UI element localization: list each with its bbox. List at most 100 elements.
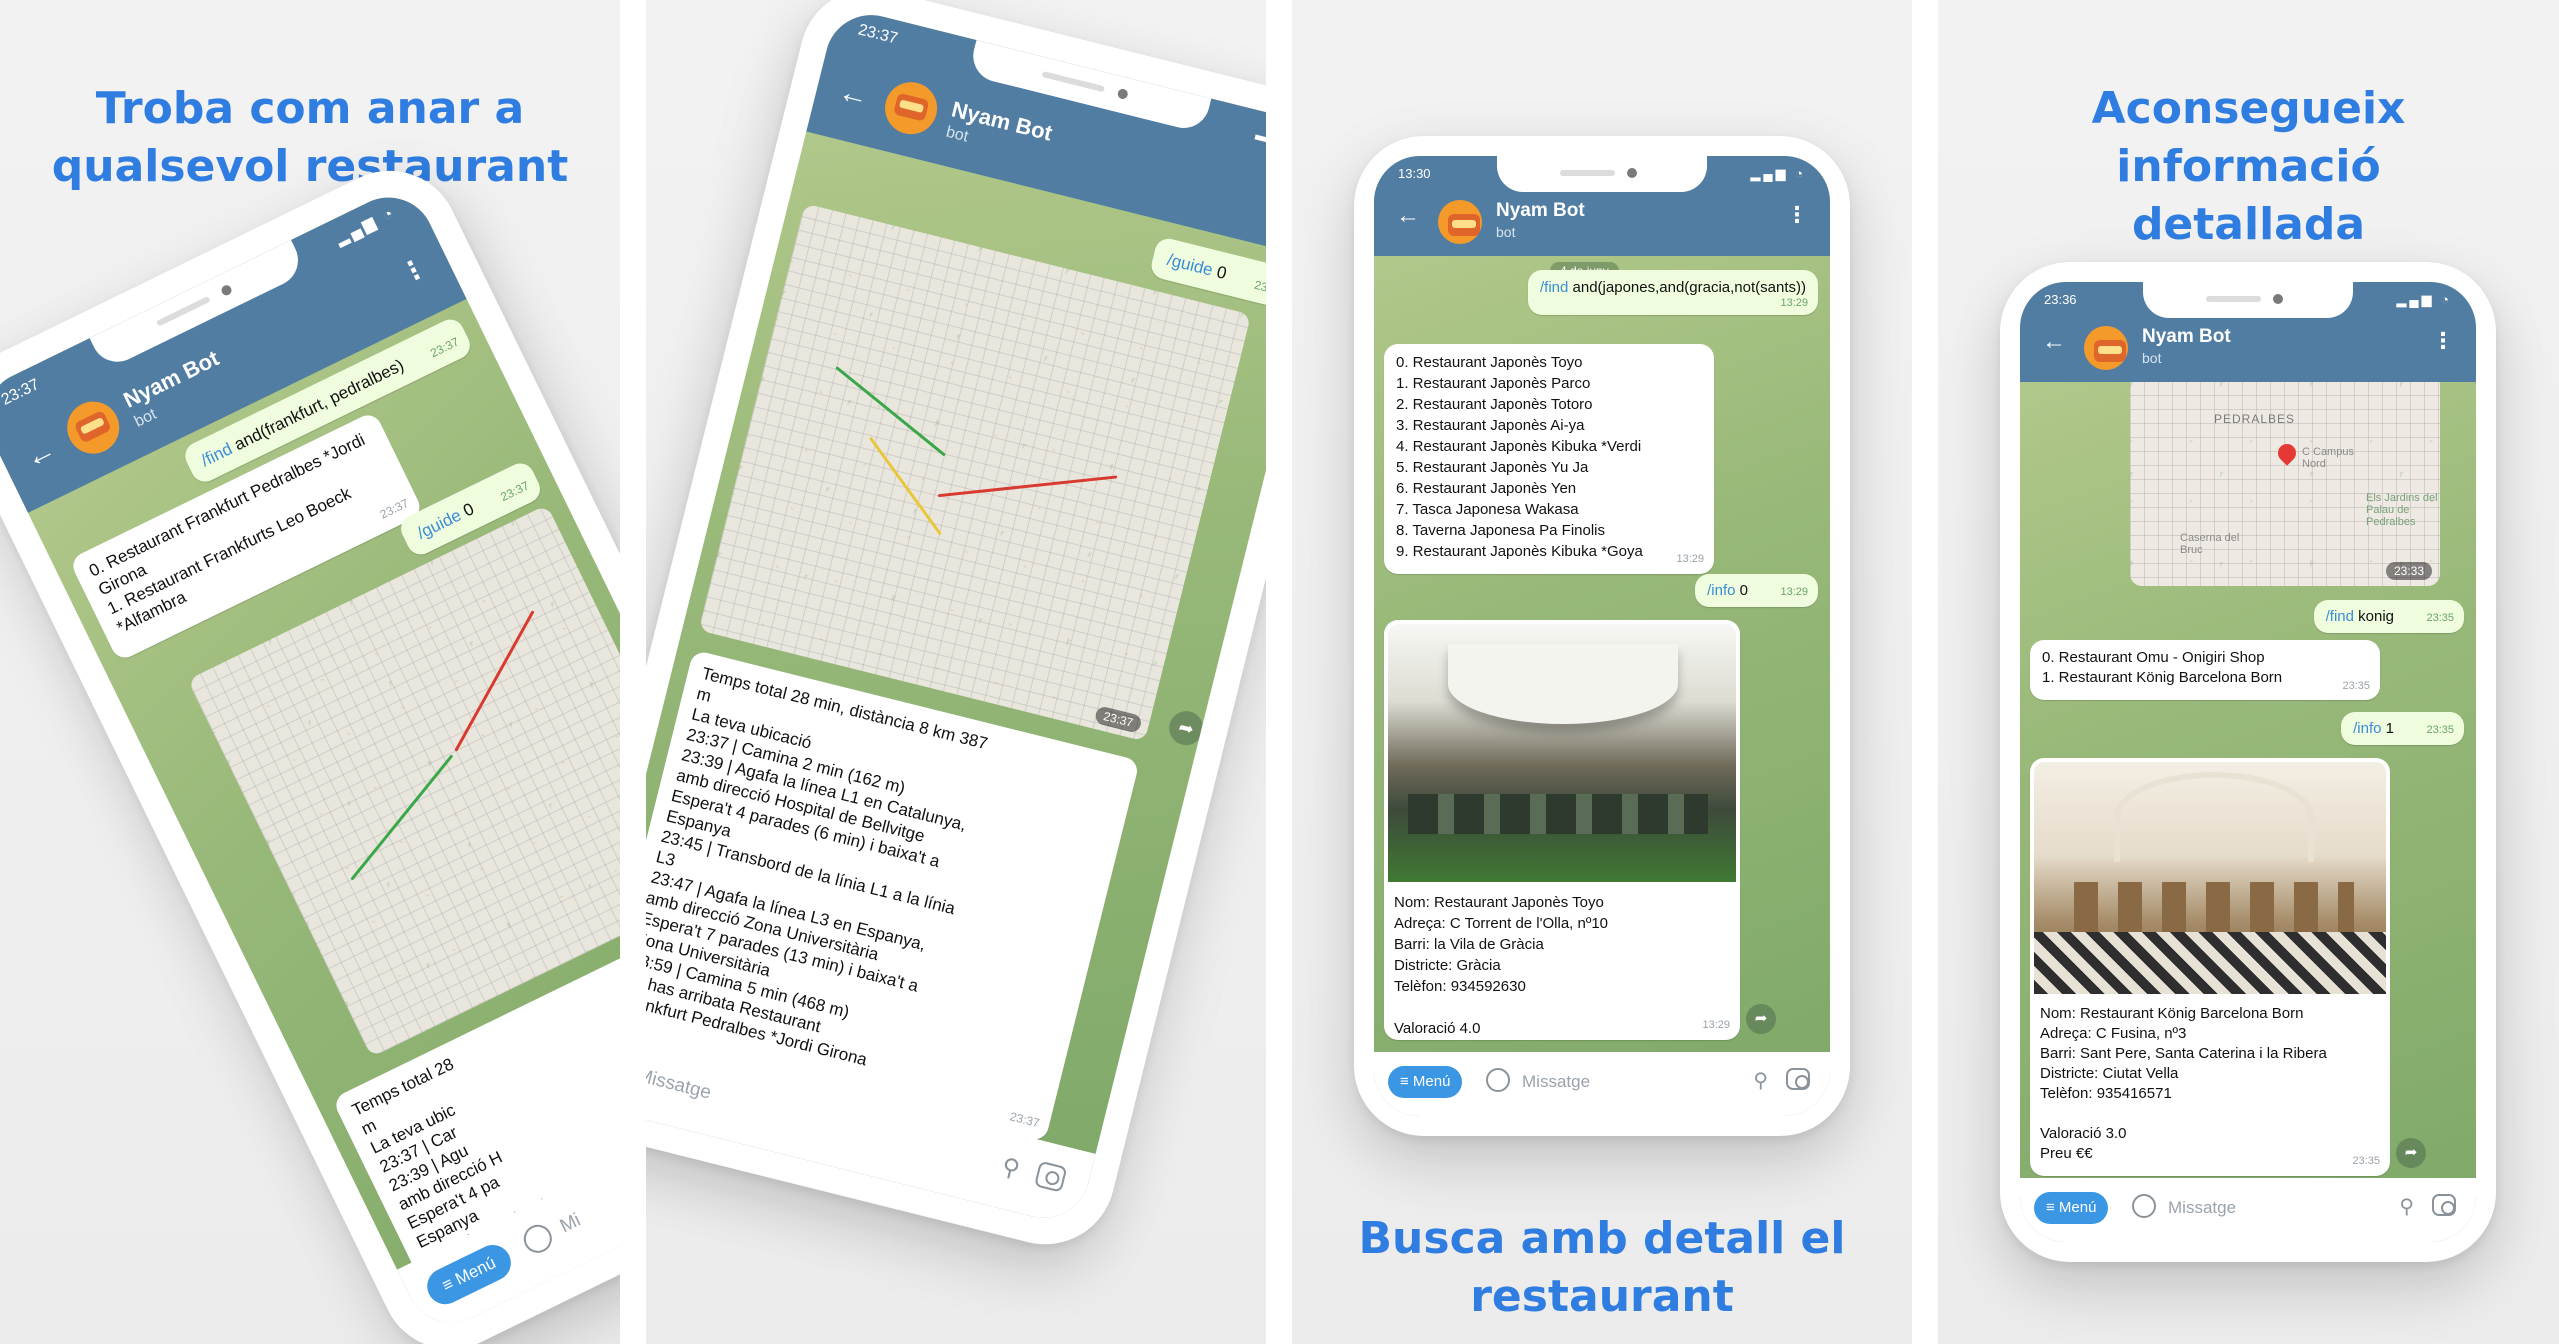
detail-line: Barri: la Vila de Gràcia	[1394, 936, 1544, 953]
menu-button-label: Menú	[1412, 1073, 1451, 1090]
restaurant-card[interactable]: Nom: Restaurant König Barcelona Born Adre…	[2030, 758, 2390, 1176]
menu-button[interactable]: ≡ Menú	[2034, 1192, 2109, 1224]
message-time: 23:37	[1093, 705, 1143, 734]
attach-icon[interactable]: ⚲	[999, 1152, 1023, 1184]
canopy	[1448, 644, 1678, 724]
bot-avatar[interactable]	[58, 392, 128, 463]
more-menu-icon[interactable]: ⋮	[2432, 328, 2454, 354]
emoji-icon[interactable]	[2132, 1194, 2156, 1218]
status-time: 23:37	[856, 21, 900, 48]
menu-button[interactable]: ≡ Menú	[1388, 1066, 1463, 1098]
panel4-headline: Aconsegueix informació detallada	[1938, 80, 2559, 254]
map-label: C Campus Nord	[2302, 446, 2354, 470]
back-arrow-icon[interactable]: ←	[2042, 328, 2066, 356]
message-text: 0	[1214, 262, 1229, 284]
back-arrow-icon[interactable]: ←	[20, 433, 62, 477]
message-input[interactable]: Missatge	[2168, 1198, 2236, 1218]
camera-icon[interactable]	[1786, 1068, 1810, 1090]
message-time: 13:29	[1676, 553, 1704, 565]
restaurant-details: Nom: Restaurant Japonès Toyo Adreça: C To…	[1394, 892, 1608, 1039]
result-item: 5. Restaurant Japonès Yu Ja	[1396, 459, 1589, 476]
status-icons: ▂▄▆ ◔	[2396, 292, 2452, 307]
result-item: 6. Restaurant Japonès Yen	[1396, 480, 1577, 497]
route-line-yellow	[868, 436, 942, 536]
route-line-green	[835, 366, 946, 457]
restaurant-photo[interactable]	[2034, 762, 2386, 994]
message-time: 23:35	[2426, 612, 2454, 624]
attach-icon[interactable]: ⚲	[2399, 1194, 2414, 1219]
phone-screen: 23:37 ▂▄▆ ◔ ← Nyam Bot bot ⋮ /find and(f…	[0, 182, 620, 1338]
menu-button[interactable]: ≡ Menú	[421, 1238, 518, 1311]
camera-icon[interactable]	[1033, 1160, 1068, 1193]
detail-line: Adreça: C Torrent de l'Olla, nº10	[1394, 915, 1609, 932]
headline-line: Aconsegueix	[2091, 83, 2406, 134]
detail-line	[2040, 1104, 2327, 1124]
route-lines: Temps total 28 min, distància 8 km 387 m L…	[646, 663, 1124, 1114]
back-arrow-icon[interactable]: ←	[1396, 202, 1420, 230]
headline-line: qualsevol restaurant	[51, 141, 569, 192]
menu-button-label: Menú	[2058, 1199, 2097, 1216]
phone-notch	[2143, 282, 2353, 318]
panel-route-detail: 23:37 ▂▄▆ ◔ ← Nyam Bot bot ⋮ /guide 0 23…	[646, 0, 1266, 1344]
command-link[interactable]: /find	[2326, 608, 2354, 625]
share-icon[interactable]: ➦	[1746, 1004, 1776, 1034]
bot-avatar[interactable]	[879, 76, 943, 140]
message-out[interactable]: /find konig 23:35	[2313, 600, 2464, 633]
message-out[interactable]: /find and(japones,and(gracia,not(sants))…	[1528, 270, 1818, 315]
detail-line: Telèfon: 935416571	[2040, 1085, 2172, 1102]
status-icons: ▂▄▆ ◔	[1750, 166, 1806, 181]
phone-screen: 23:37 ▂▄▆ ◔ ← Nyam Bot bot ⋮ /guide 0 23…	[646, 5, 1266, 1228]
emoji-icon[interactable]	[1486, 1068, 1510, 1092]
emoji-icon[interactable]	[519, 1220, 557, 1258]
location-map-image[interactable]: PEDRALBES C Campus Nord Els Jardins del …	[2130, 382, 2440, 586]
status-time: 13:30	[1398, 166, 1431, 181]
detail-line: Valoració 4.0	[1394, 1020, 1481, 1037]
result-item: 9. Restaurant Japonès Kibuka *Goya	[1396, 543, 1643, 560]
tables	[1408, 794, 1708, 834]
chat-area: /guide 0 23:37 23:37 ➦ Temps total 28 mi…	[646, 132, 1266, 1154]
message-time: 23:37	[1252, 277, 1266, 299]
message-time: 23:37	[428, 334, 462, 361]
message-out[interactable]: /info 0 13:29	[1695, 574, 1818, 607]
phone-mockup: 23:36 ▂▄▆ ◔ ← Nyam Bot bot ⋮ PEDRALBES C…	[2000, 262, 2496, 1262]
message-in[interactable]: 0. Restaurant Omu - Onigiri Shop 1. Rest…	[2030, 640, 2380, 700]
command-link[interactable]: /find	[1540, 279, 1568, 296]
command-link[interactable]: /find	[198, 439, 235, 470]
panel-detailed-info: Aconsegueix informació detallada 23:36 ▂…	[1938, 0, 2559, 1344]
ceiling-arches	[2114, 772, 2314, 862]
route-map-image[interactable]: 23:37	[698, 203, 1252, 742]
share-icon[interactable]: ➦	[1165, 707, 1207, 749]
command-link[interactable]: /guide	[1165, 250, 1215, 280]
detail-line: Nom: Restaurant Japonès Toyo	[1394, 894, 1604, 911]
message-time: 13:29	[1780, 586, 1808, 598]
attach-icon[interactable]: ⚲	[1753, 1068, 1768, 1093]
command-link[interactable]: /info	[2353, 720, 2381, 737]
restaurant-card[interactable]: Nom: Restaurant Japonès Toyo Adreça: C To…	[1384, 620, 1740, 1040]
message-time: 13:29	[1702, 1019, 1730, 1031]
camera-icon[interactable]	[2432, 1194, 2456, 1216]
detail-line: Barri: Sant Pere, Santa Caterina i la Ri…	[2040, 1045, 2327, 1062]
restaurant-photo[interactable]	[1388, 624, 1736, 882]
detail-line: Nom: Restaurant König Barcelona Born	[2040, 1005, 2304, 1022]
message-input[interactable]: Missatge	[1522, 1072, 1590, 1092]
bot-subtitle: bot	[1496, 224, 1516, 240]
restaurant-details: Nom: Restaurant König Barcelona Born Adre…	[2040, 1004, 2327, 1164]
bot-avatar[interactable]	[1438, 200, 1482, 244]
message-out[interactable]: /info 1 23:35	[2341, 712, 2464, 745]
message-in[interactable]: 0. Restaurant Japonès Toyo 1. Restaurant …	[1384, 344, 1714, 574]
share-icon[interactable]: ➦	[2396, 1138, 2426, 1168]
back-arrow-icon[interactable]: ←	[835, 75, 872, 115]
command-link[interactable]: /guide	[414, 506, 464, 543]
message-text: konig	[2358, 608, 2394, 625]
more-menu-icon[interactable]: ⋮	[395, 251, 432, 290]
message-input[interactable]: Mi	[557, 1210, 585, 1239]
bot-avatar[interactable]	[2084, 326, 2128, 370]
route-line-green	[350, 754, 454, 881]
chat-area: PEDRALBES C Campus Nord Els Jardins del …	[2020, 382, 2476, 1178]
headline-line: informació	[2116, 141, 2381, 192]
bot-name: Nyam Bot	[2142, 326, 2231, 347]
headline-line: Troba com anar a	[95, 83, 525, 134]
command-link[interactable]: /info	[1707, 582, 1735, 599]
more-menu-icon[interactable]: ⋮	[1786, 202, 1808, 228]
message-input[interactable]: Missatge	[646, 1065, 713, 1105]
